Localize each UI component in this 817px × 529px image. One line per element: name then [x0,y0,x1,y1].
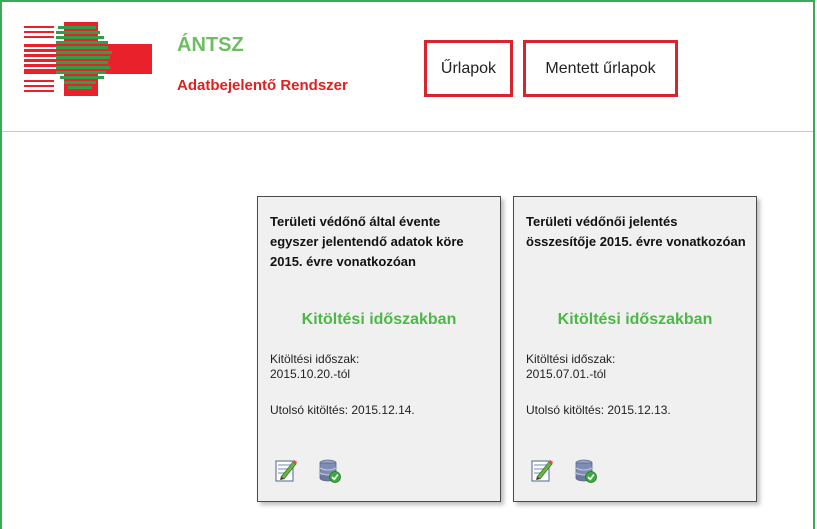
form-card-last-fill: Utolsó kitöltés: 2015.12.14. [270,403,415,417]
antsz-logo [24,22,152,96]
form-card-status: Kitöltési időszakban [557,311,713,328]
brand-subtitle: Adatbejelentő Rendszer [177,77,348,94]
nav-forms-link[interactable]: Űrlapok [424,40,513,97]
database-check-icon[interactable] [319,459,341,483]
edit-form-icon[interactable] [531,458,553,482]
form-card-title: Területi védőnő által évente egyszer jel… [270,214,464,269]
form-card-last-fill: Utolsó kitöltés: 2015.12.13. [526,403,671,417]
form-card-status: Kitöltési időszakban [301,311,457,328]
form-card-period-value: 2015.10.20.-tól [270,367,351,381]
form-card-period-label: Kitöltési időszak: [270,352,360,366]
form-card[interactable]: Területi védőnő által évente egyszer jel… [257,196,501,502]
form-card-period-label: Kitöltési időszak: [526,352,616,366]
brand-title: ÁNTSZ [177,34,244,56]
header: ÁNTSZ Adatbejelentő Rendszer Űrlapok Men… [2,2,813,132]
nav-saved-forms-link[interactable]: Mentett űrlapok [523,40,678,97]
form-card[interactable]: Területi védőnői jelentés összesítője 20… [513,196,757,502]
form-card-title: Területi védőnői jelentés összesítője 20… [526,214,746,249]
edit-form-icon[interactable] [275,458,297,482]
database-check-icon[interactable] [575,459,597,483]
form-card-period-value: 2015.07.01.-tól [526,367,607,381]
